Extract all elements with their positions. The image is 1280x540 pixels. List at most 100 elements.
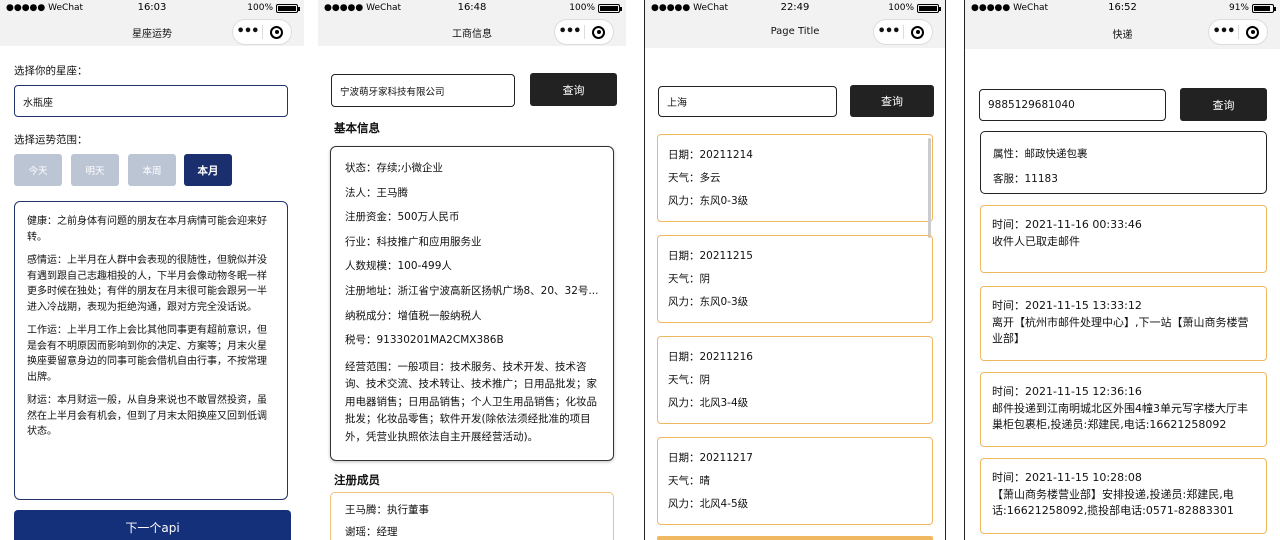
package-info-card: 属性：邮政快递包裹 客服：11183 xyxy=(980,131,1267,194)
sign-input[interactable]: 水瓶座 xyxy=(14,85,288,117)
status-bar: ●●●●● WeChat 16:03 100% xyxy=(0,0,304,18)
close-target-icon[interactable] xyxy=(1239,25,1267,39)
weather-date: 日期：20211215 xyxy=(668,250,753,262)
more-icon[interactable]: ••• xyxy=(874,25,903,38)
basic-info-card: 状态：存续;小微企业 法人：王马腾 注册资金：500万人民币 行业：科技推广和应… xyxy=(330,146,614,461)
close-target-icon[interactable] xyxy=(585,25,613,39)
weather-wind: 风力：北风3-4级 xyxy=(668,397,749,409)
info-status: 状态：存续;小微企业 xyxy=(345,162,444,174)
info-scope: 经营范围：一般项目：技术服务、技术开发、技术咨询、技术交流、技术转让、技术推广；… xyxy=(345,360,597,443)
mini-program-capsule: ••• xyxy=(873,19,933,45)
status-bar: ●●●●● WeChat 16:52 91% xyxy=(965,0,1280,18)
weather-day-card: 日期：20211217 天气：晴 风力：北风4-5级 xyxy=(657,437,933,525)
battery-icon xyxy=(917,3,941,13)
info-industry: 行业：科技推广和应用服务业 xyxy=(345,235,482,248)
info-tax-id: 税号：91330201MA2CMX386B xyxy=(345,334,504,347)
battery-icon xyxy=(276,3,300,13)
more-icon[interactable]: ••• xyxy=(1209,25,1238,38)
battery-percent: 100% xyxy=(888,3,914,13)
tracking-event-card: 时间：2021-11-15 10:28:08 【萧山商务楼营业部】安排投递,投递… xyxy=(980,458,1267,534)
member-item: 王马腾：执行董事 xyxy=(345,504,429,516)
event-description: 收件人已取走邮件 xyxy=(992,235,1080,248)
event-time: 时间：2021-11-16 00:33:46 xyxy=(992,218,1142,231)
nav-bar: 快递 ••• xyxy=(965,18,1280,46)
package-attribute: 属性：邮政快递包裹 xyxy=(993,148,1088,160)
info-address: 注册地址：浙江省宁波高新区扬帆广场8、20、32号... xyxy=(345,284,599,297)
weather-wind: 风力：东风0-3级 xyxy=(668,296,749,308)
scrollbar[interactable] xyxy=(928,138,931,238)
company-search-input[interactable]: 宁波萌牙家科技有限公司 xyxy=(331,74,515,107)
more-icon[interactable]: ••• xyxy=(233,25,262,38)
fortune-health: 健康：之前身体有问题的朋友在本月病情可能会迎来好转。 xyxy=(27,216,267,243)
weather-condition: 天气：阴 xyxy=(668,374,710,386)
select-sign-label: 选择你的星座： xyxy=(14,65,88,77)
company-query-button[interactable]: 查询 xyxy=(530,73,617,106)
basic-info-title: 基本信息 xyxy=(334,121,380,135)
next-api-button[interactable]: 下一个api xyxy=(14,510,291,540)
nav-bar: 工商信息 ••• xyxy=(318,18,626,46)
select-range-label: 选择运势范围： xyxy=(14,134,88,146)
weather-wind: 风力：北风4-5级 xyxy=(668,498,749,510)
fortune-love: 感情运：上半月在人群中会表现的很随性，但貌似并没有遇到跟自己志趣相投的人，下半月… xyxy=(27,255,267,313)
header: ●●●●● WeChat 16:03 100% 星座运势 ••• xyxy=(0,0,304,46)
city-search-input[interactable]: 上海 xyxy=(658,86,837,117)
close-target-icon[interactable] xyxy=(904,25,932,39)
event-description: 离开【杭州市邮件处理中心】,下一站【萧山商务楼营业部】 xyxy=(992,316,1249,345)
status-bar: ●●●●● WeChat 22:49 100% xyxy=(645,0,945,18)
event-description: 【萧山商务楼营业部】安排投递,投递员:郑建民,电话:16621258092,揽投… xyxy=(992,488,1234,517)
weather-day-card: 日期：20211215 天气：阴 风力：东风0-3级 xyxy=(657,235,933,323)
battery-icon xyxy=(598,3,622,13)
member-item: 谢瑶：经理 xyxy=(345,526,398,538)
horoscope-screen: ●●●●● WeChat 16:03 100% 星座运势 ••• 选择你的星座：… xyxy=(0,0,304,540)
fortune-result: 健康：之前身体有问题的朋友在本月病情可能会迎来好转。 感情运：上半月在人群中会表… xyxy=(14,201,288,500)
header: ●●●●● WeChat 16:52 91% 快递 ••• xyxy=(965,0,1280,49)
range-week-button[interactable]: 本周 xyxy=(128,154,176,186)
tracking-event-card: 时间：2021-11-16 00:33:46 收件人已取走邮件 xyxy=(980,205,1267,273)
weather-condition: 天气：多云 xyxy=(668,172,721,184)
weather-date: 日期：20211214 xyxy=(668,149,753,161)
event-time: 时间：2021-11-15 13:33:12 xyxy=(992,299,1142,312)
event-description: 邮件投递到江南明城北区外围4幢3单元写字楼大厅丰巢柜包裹柜,投递员:郑建民,电话… xyxy=(992,402,1248,431)
tracking-number-input[interactable]: 9885129681040 xyxy=(979,89,1166,121)
header: ●●●●● WeChat 16:48 100% 工商信息 ••• xyxy=(318,0,626,46)
next-card-edge xyxy=(657,536,933,540)
battery-percent: 91% xyxy=(1228,3,1249,13)
battery-percent: 100% xyxy=(247,3,273,13)
tracking-event-card: 时间：2021-11-15 13:33:12 离开【杭州市邮件处理中心】,下一站… xyxy=(980,286,1267,361)
weather-condition: 天气：阴 xyxy=(668,273,710,285)
info-capital: 注册资金：500万人民币 xyxy=(345,211,460,224)
info-legal-person: 法人：王马腾 xyxy=(345,186,408,199)
mini-program-capsule: ••• xyxy=(232,19,292,45)
tracking-event-card: 时间：2021-11-15 12:36:16 邮件投递到江南明城北区外围4幢3单… xyxy=(980,372,1267,447)
customer-service: 客服：11183 xyxy=(993,173,1058,185)
close-target-icon[interactable] xyxy=(263,25,291,39)
mini-program-capsule: ••• xyxy=(1208,19,1268,45)
weather-date: 日期：20211217 xyxy=(668,452,753,464)
fortune-work: 工作运：上半月工作上会比其他同事更有超前意识，但是会有不明原因而影响到你的决定、… xyxy=(27,325,267,383)
weather-query-button[interactable]: 查询 xyxy=(850,85,934,117)
weather-day-card: 日期：20211214 天气：多云 风力：东风0-3级 xyxy=(657,134,933,222)
status-bar: ●●●●● WeChat 16:48 100% xyxy=(318,0,626,18)
nav-bar: 星座运势 ••• xyxy=(0,18,304,46)
battery-percent: 100% xyxy=(569,3,595,13)
fortune-money: 财运：本月财运一般，从自身来说也不敢冒然投资，虽然在上半月会有机会，但到了月末太… xyxy=(27,395,267,437)
weather-date: 日期：20211216 xyxy=(668,351,753,363)
more-icon[interactable]: ••• xyxy=(555,25,584,38)
info-tax-type: 纳税成分：增值税一般纳税人 xyxy=(345,309,482,322)
weather-wind: 风力：东风0-3级 xyxy=(668,195,749,207)
event-time: 时间：2021-11-15 10:28:08 xyxy=(992,471,1142,484)
info-staff: 人数规模：100-499人 xyxy=(345,260,452,273)
header: ●●●●● WeChat 22:49 100% Page Title ••• xyxy=(645,0,945,48)
range-month-button[interactable]: 本月 xyxy=(184,154,232,186)
mini-program-capsule: ••• xyxy=(554,19,614,45)
range-today-button[interactable]: 今天 xyxy=(14,154,62,186)
members-title: 注册成员 xyxy=(334,473,380,487)
members-card: 王马腾：执行董事 谢瑶：经理 xyxy=(330,492,614,540)
battery-icon xyxy=(1252,3,1276,13)
weather-day-card: 日期：20211216 天气：阴 风力：北风3-4级 xyxy=(657,336,933,424)
event-time: 时间：2021-11-15 12:36:16 xyxy=(992,385,1142,398)
range-tomorrow-button[interactable]: 明天 xyxy=(71,154,119,186)
tracking-query-button[interactable]: 查询 xyxy=(1180,88,1267,121)
weather-condition: 天气：晴 xyxy=(668,475,710,487)
nav-bar: Page Title ••• xyxy=(645,18,945,46)
